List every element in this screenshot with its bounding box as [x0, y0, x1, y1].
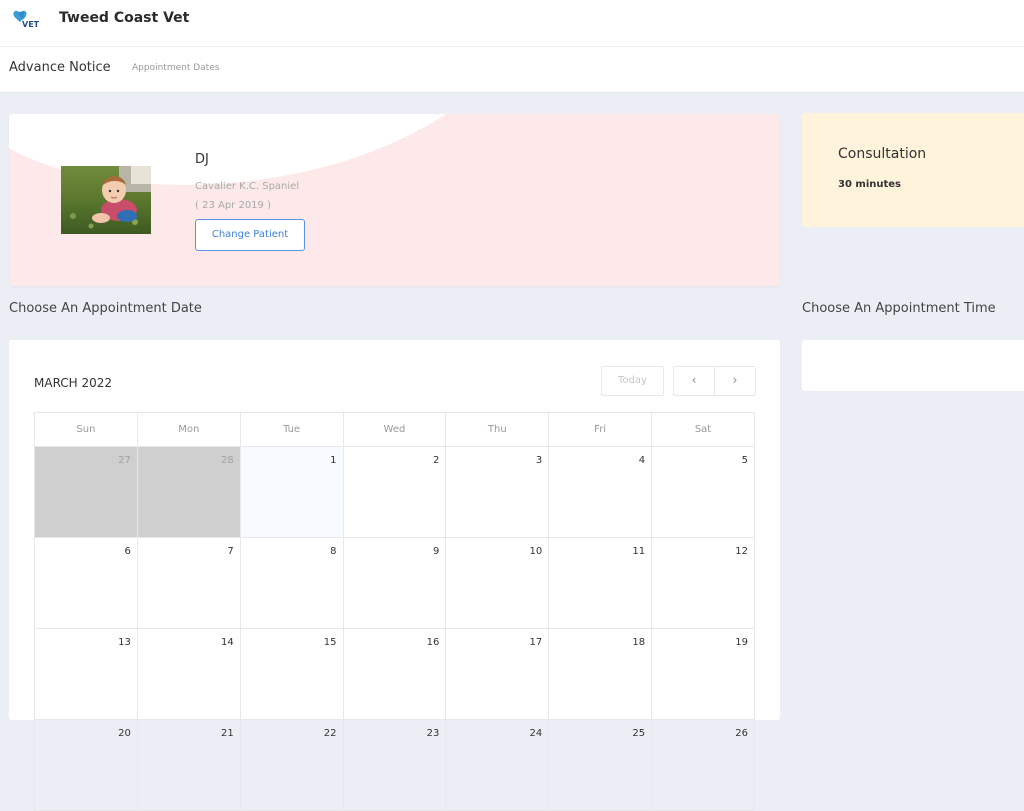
calendar-day-cell[interactable]: 5 [651, 446, 755, 538]
calendar-day-cell[interactable]: 2 [342, 446, 447, 538]
patient-dob: ( 23 Apr 2019 ) [195, 200, 271, 211]
calendar-day-cell[interactable]: 4 [548, 446, 653, 538]
calendar-week-row: 20 21 22 23 24 25 26 [34, 719, 755, 811]
breadcrumb: Appointment Dates [132, 63, 220, 73]
calendar-day-cell[interactable]: 10 [445, 537, 550, 629]
time-section-title: Choose An Appointment Time [802, 301, 996, 316]
logo-text: VET [22, 20, 40, 29]
weekday-label: Mon [136, 412, 241, 447]
weekday-label: Tue [239, 412, 344, 447]
date-section-title: Choose An Appointment Date [9, 301, 202, 316]
calendar-day-cell[interactable]: 24 [445, 719, 550, 811]
calendar-day-cell[interactable]: 3 [445, 446, 550, 538]
calendar-day-cell[interactable]: 11 [548, 537, 653, 629]
calendar-day-cell: 27 [34, 446, 138, 538]
prev-month-icon[interactable]: ‹ [674, 367, 714, 395]
page-title: Advance Notice [9, 60, 111, 75]
calendar-grid: Sun Mon Tue Wed Thu Fri Sat 27 28 1 2 3 … [34, 412, 755, 811]
brand-name: Tweed Coast Vet [59, 10, 190, 26]
calendar-day-cell[interactable]: 20 [34, 719, 138, 811]
calendar-day-cell[interactable]: 25 [548, 719, 653, 811]
next-month-icon[interactable]: › [714, 367, 755, 395]
change-patient-button[interactable]: Change Patient [195, 219, 305, 251]
patient-name: DJ [195, 152, 209, 167]
weekday-header-row: Sun Mon Tue Wed Thu Fri Sat [34, 412, 755, 447]
top-bar: VET Tweed Coast Vet [0, 0, 1024, 47]
calendar-day-cell[interactable]: 9 [342, 537, 447, 629]
weekday-label: Fri [548, 412, 653, 447]
calendar-day-cell: 28 [136, 446, 241, 538]
weekday-label: Thu [445, 412, 550, 447]
time-slots-panel [802, 340, 1024, 391]
calendar-day-cell[interactable]: 12 [651, 537, 755, 629]
weekday-label: Wed [342, 412, 447, 447]
calendar-week-row: 6 7 8 9 10 11 12 [34, 537, 755, 629]
calendar-day-cell[interactable]: 23 [342, 719, 447, 811]
weekday-label: Sun [34, 412, 138, 447]
calendar-week-row: 27 28 1 2 3 4 5 [34, 446, 755, 538]
calendar-day-cell[interactable]: 26 [651, 719, 755, 811]
month-nav: ‹ › [673, 366, 756, 396]
calendar-day-cell[interactable]: 7 [136, 537, 241, 629]
service-title: Consultation [838, 146, 927, 162]
calendar-month-label: MARCH 2022 [34, 376, 113, 390]
service-card: Consultation 30 minutes [802, 113, 1024, 227]
calendar-day-cell[interactable]: 22 [239, 719, 344, 811]
patient-card: DJ Cavalier K.C. Spaniel ( 23 Apr 2019 )… [9, 114, 780, 286]
clinic-logo-icon[interactable]: VET [12, 9, 44, 29]
today-button[interactable]: Today [601, 366, 664, 396]
calendar-day-cell[interactable]: 21 [136, 719, 241, 811]
service-duration: 30 minutes [838, 179, 901, 190]
calendar-card: MARCH 2022 Today ‹ › Sun Mon Tue Wed Thu… [9, 340, 780, 811]
weekday-label: Sat [651, 412, 755, 447]
calendar-day-cell[interactable]: 8 [239, 537, 344, 629]
patient-breed: Cavalier K.C. Spaniel [195, 181, 300, 192]
calendar-day-cell[interactable]: 1 [239, 446, 344, 538]
calendar-day-cell[interactable]: 6 [34, 537, 138, 629]
patient-photo [61, 166, 151, 234]
page-header: Advance Notice Appointment Dates [0, 47, 1024, 93]
